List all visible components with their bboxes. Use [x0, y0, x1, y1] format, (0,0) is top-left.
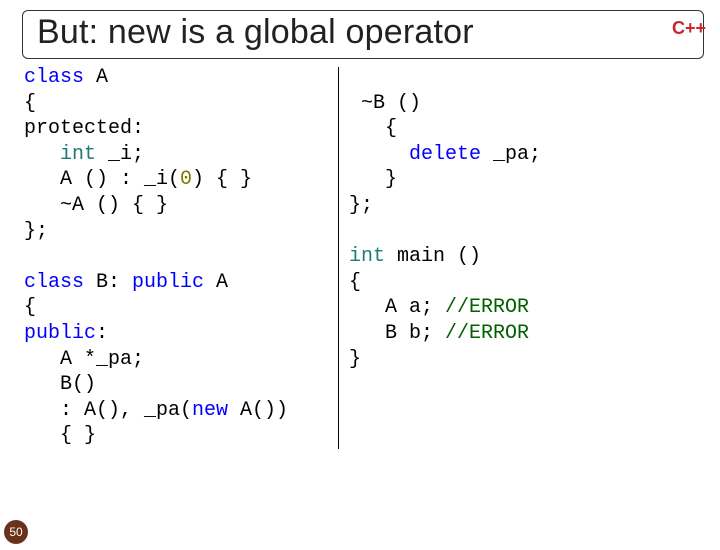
code-text: { — [349, 117, 397, 140]
slide-title: But: new is a global operator — [37, 13, 689, 52]
code-text: _pa; — [481, 143, 541, 166]
code-text: { — [24, 296, 36, 319]
code-text: : A(), _pa( — [24, 399, 192, 422]
code-text: ) { } — [192, 168, 252, 191]
kw-class: class — [24, 271, 84, 294]
code-text: }; — [349, 194, 373, 217]
code-text: A () : _i( — [24, 168, 180, 191]
code-area: class A { protected: int _i; A () : _i(0… — [24, 65, 702, 449]
code-text: B() — [24, 373, 96, 396]
code-text: protected: — [24, 117, 144, 140]
code-text: ~A () { } — [24, 194, 168, 217]
code-text: }; — [24, 220, 48, 243]
code-text: A — [84, 66, 108, 89]
language-badge: C++ — [672, 18, 706, 39]
title-box: But: new is a global operator — [22, 10, 704, 59]
code-text: A()) — [228, 399, 288, 422]
code-text: B: — [84, 271, 132, 294]
code-column-left: class A { protected: int _i; A () : _i(0… — [24, 65, 334, 449]
column-divider — [338, 67, 339, 449]
kw-int: int — [60, 143, 96, 166]
comment-error: //ERROR — [445, 322, 529, 345]
code-text — [349, 143, 409, 166]
code-text: A a; — [349, 296, 445, 319]
num-literal: 0 — [180, 168, 192, 191]
comment-error: //ERROR — [445, 296, 529, 319]
code-text: } — [349, 348, 361, 371]
code-text: A *_pa; — [24, 348, 144, 371]
kw-int: int — [349, 245, 385, 268]
code-text: B b; — [349, 322, 445, 345]
kw-public: public — [24, 322, 96, 345]
kw-class: class — [24, 66, 84, 89]
code-text: : — [96, 322, 108, 345]
slide-number-badge: 50 — [4, 520, 28, 544]
code-text — [24, 143, 60, 166]
code-text: { } — [24, 424, 96, 447]
code-text: _i; — [96, 143, 144, 166]
code-text: ~B () — [349, 92, 421, 115]
code-text: { — [24, 92, 36, 115]
kw-public: public — [132, 271, 204, 294]
code-text: } — [349, 168, 397, 191]
code-text: main () — [385, 245, 481, 268]
code-text: A — [204, 271, 228, 294]
code-text: { — [349, 271, 361, 294]
kw-delete: delete — [409, 143, 481, 166]
kw-new: new — [192, 399, 228, 422]
code-column-right: ~B () { delete _pa; } }; int main () { A… — [349, 65, 541, 449]
